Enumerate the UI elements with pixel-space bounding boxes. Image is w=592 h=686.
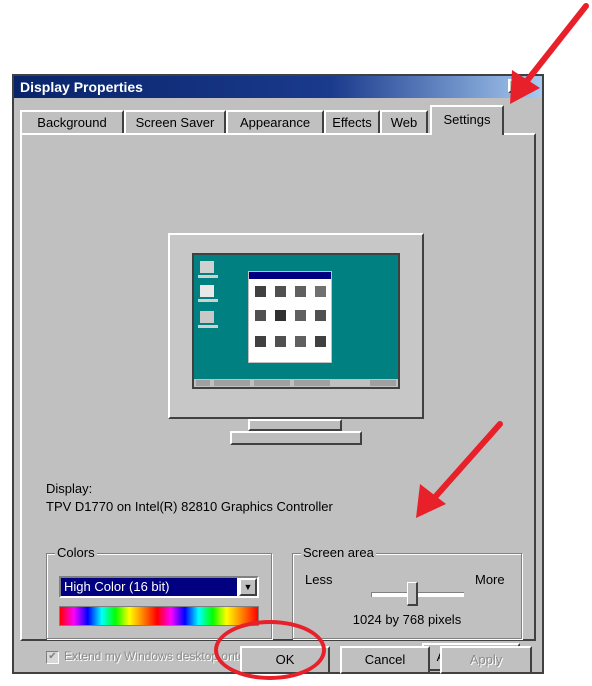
ok-button-highlight-circle (214, 620, 326, 680)
arrow-to-slider (416, 421, 503, 518)
tab-settings[interactable]: Settings (430, 105, 504, 135)
annotation-overlay (416, 3, 589, 518)
arrow-to-settings-tab (510, 3, 589, 104)
